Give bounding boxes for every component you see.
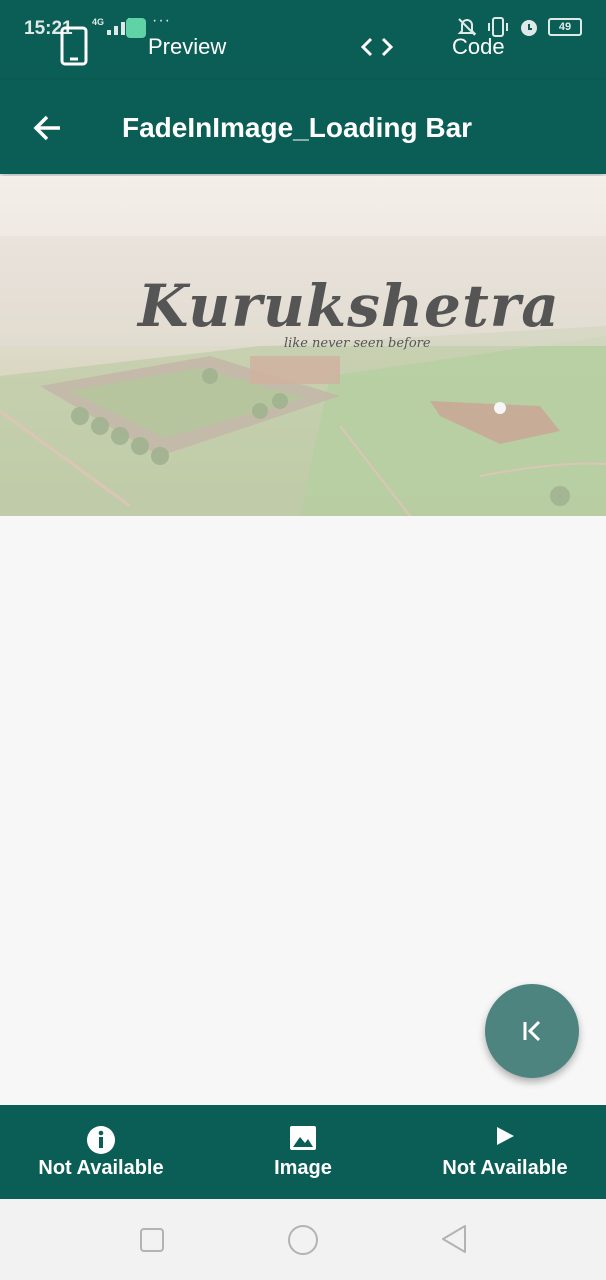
banner-logo-text: Kurukshetra xyxy=(138,272,560,340)
tab-preview[interactable]: Preview xyxy=(148,34,226,60)
nav-label-play: Not Available xyxy=(442,1157,568,1179)
play-icon xyxy=(497,1127,514,1145)
back-nav-icon[interactable] xyxy=(440,1224,468,1254)
nav-label-image: Image xyxy=(274,1157,332,1179)
banner-tagline: like never seen before xyxy=(284,336,431,351)
back-arrow-icon[interactable] xyxy=(32,112,64,144)
bottom-navigation: Not Available Image Not Available xyxy=(0,1105,606,1199)
top-bar: 15:21 4G ··· 49 Preview Code xyxy=(0,0,606,80)
system-nav-bar xyxy=(0,1199,606,1280)
nav-item-play[interactable]: Not Available xyxy=(404,1105,606,1199)
first-page-button[interactable] xyxy=(485,984,579,1078)
page-title: FadeInImage_Loading Bar xyxy=(122,112,473,143)
more-notifications-icon: ··· xyxy=(152,12,171,29)
app-notification-icon xyxy=(126,18,146,38)
info-icon xyxy=(87,1126,115,1154)
tab-code[interactable]: Code xyxy=(452,34,505,60)
phone-preview-icon[interactable] xyxy=(60,26,88,66)
nav-item-info[interactable]: Not Available xyxy=(0,1105,202,1199)
code-icon[interactable] xyxy=(359,36,395,58)
home-icon[interactable] xyxy=(287,1224,319,1256)
image-icon xyxy=(290,1126,316,1150)
nav-item-image[interactable]: Image xyxy=(202,1105,404,1199)
recent-apps-icon[interactable] xyxy=(139,1227,165,1253)
nav-label-info: Not Available xyxy=(38,1157,164,1179)
battery-icon: 49 xyxy=(548,18,582,36)
alarm-icon xyxy=(521,20,537,36)
network-type: 4G xyxy=(92,17,105,27)
first-page-icon xyxy=(523,1020,541,1042)
